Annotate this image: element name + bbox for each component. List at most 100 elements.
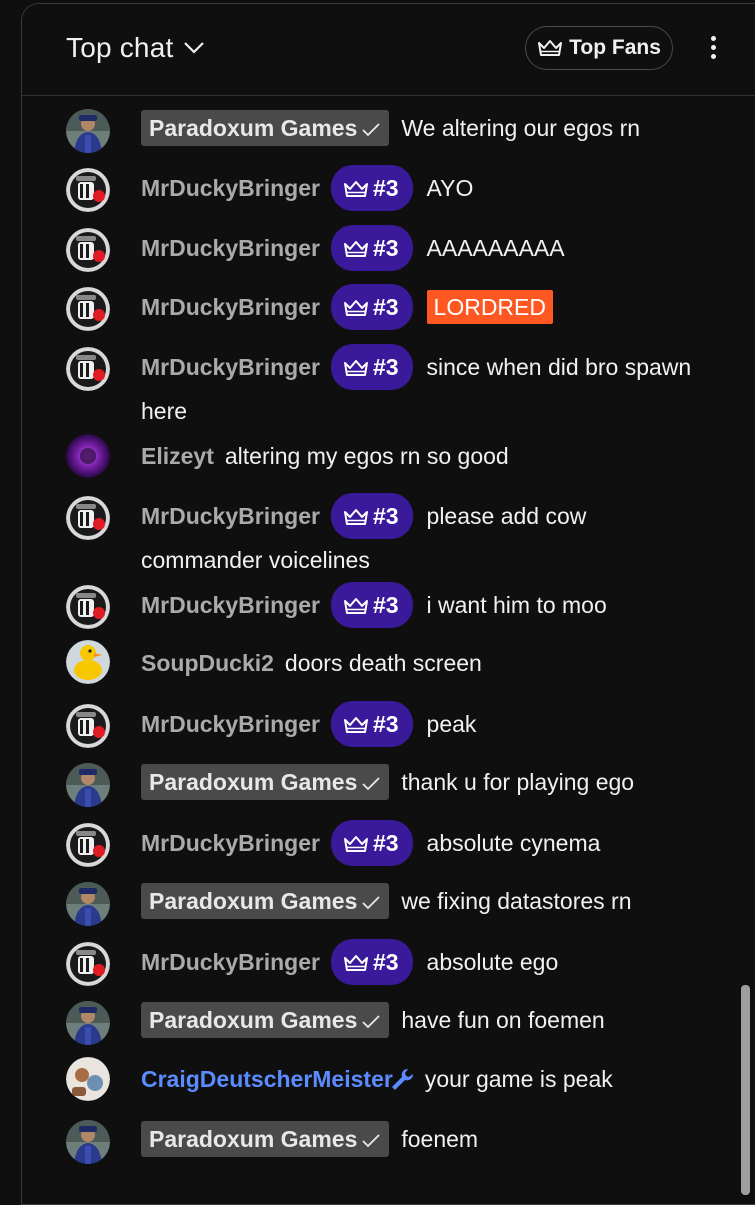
author-name[interactable]: MrDuckyBringer xyxy=(141,592,320,618)
crown-icon xyxy=(343,836,368,852)
message-text: your game is peak xyxy=(424,1066,613,1092)
author-name[interactable]: MrDuckyBringer xyxy=(141,711,320,737)
message-text: AYO xyxy=(426,175,474,202)
top-fan-badge[interactable]: #3 xyxy=(330,493,413,539)
avatar[interactable] xyxy=(66,640,110,684)
author-name[interactable]: MrDuckyBringer xyxy=(141,830,320,856)
avatar[interactable] xyxy=(66,168,110,212)
owner-author-chip[interactable]: Paradoxum Games xyxy=(141,1121,390,1157)
top-fan-badge[interactable]: #3 xyxy=(330,225,413,271)
verified-check-icon xyxy=(362,1134,381,1148)
avatar[interactable] xyxy=(66,942,110,986)
message-text: i want him to moo xyxy=(426,592,607,619)
message-body: SoupDucki2 doors death screen xyxy=(141,644,706,683)
crown-icon xyxy=(343,241,368,257)
top-fan-badge[interactable]: #3 xyxy=(330,284,413,330)
crown-icon xyxy=(343,300,368,316)
top-fan-badge[interactable]: #3 xyxy=(330,165,413,211)
message-body: CraigDeutscherMeister your game is peak xyxy=(141,1060,706,1099)
author-name: Paradoxum Games xyxy=(149,115,358,141)
badge-rank: #3 xyxy=(372,175,399,201)
badge-rank: #3 xyxy=(372,354,399,380)
author-name[interactable]: CraigDeutscherMeister xyxy=(141,1066,393,1092)
owner-author-chip[interactable]: Paradoxum Games xyxy=(141,1002,390,1038)
top-fan-badge[interactable]: #3 xyxy=(330,939,413,985)
author-name[interactable]: Elizeyt xyxy=(141,443,214,469)
message-text: peak xyxy=(426,711,477,738)
avatar[interactable] xyxy=(66,228,110,272)
avatar[interactable] xyxy=(66,1120,110,1164)
owner-author-chip[interactable]: Paradoxum Games xyxy=(141,764,390,800)
avatar[interactable] xyxy=(66,109,110,153)
top-fan-badge[interactable]: #3 xyxy=(330,582,413,628)
chat-header: Top chat Top Fans xyxy=(22,4,755,96)
author-name[interactable]: MrDuckyBringer xyxy=(141,294,320,320)
author-name[interactable]: MrDuckyBringer xyxy=(141,175,320,201)
avatar[interactable] xyxy=(66,434,110,478)
author-name: Paradoxum Games xyxy=(149,888,358,914)
crown-icon xyxy=(343,360,368,376)
message-text: We altering our egos rn xyxy=(401,115,641,141)
author-name[interactable]: MrDuckyBringer xyxy=(141,503,320,529)
message-text: altering my egos rn so good xyxy=(224,443,509,469)
message-body: MrDuckyBringer #3 AYO xyxy=(141,165,706,213)
author-name[interactable]: SoupDucki2 xyxy=(141,650,274,676)
badge-rank: #3 xyxy=(372,830,399,856)
avatar[interactable] xyxy=(66,823,110,867)
top-fan-badge[interactable]: #3 xyxy=(330,701,413,747)
chat-mode-dropdown[interactable]: Top chat xyxy=(66,32,205,64)
chat-title: Top chat xyxy=(66,32,174,63)
message-text: foenem xyxy=(401,1126,479,1152)
message-body: Paradoxum Games have fun on foemen xyxy=(141,1001,706,1040)
avatar[interactable] xyxy=(66,1001,110,1045)
wrench-icon xyxy=(391,1068,413,1090)
message-text: absolute ego xyxy=(426,949,559,976)
top-fan-badge[interactable]: #3 xyxy=(330,820,413,866)
message-body: MrDuckyBringer #3 i want him to moo xyxy=(141,582,706,630)
badge-rank: #3 xyxy=(372,711,399,737)
crown-icon xyxy=(343,717,368,733)
more-options-icon[interactable] xyxy=(702,32,724,68)
chevron-down-icon xyxy=(184,42,205,54)
message-body: Paradoxum Games foenem xyxy=(141,1120,706,1159)
message-body: MrDuckyBringer #3 AAAAAAAAA xyxy=(141,225,706,273)
message-body: MrDuckyBringer #3 LORDRED xyxy=(141,284,706,332)
message-text: thank u for playing ego xyxy=(401,769,635,795)
avatar[interactable] xyxy=(66,585,110,629)
avatar[interactable] xyxy=(66,882,110,926)
message-body: MrDuckyBringer #3 absolute ego xyxy=(141,939,706,987)
badge-rank: #3 xyxy=(372,235,399,261)
crown-icon xyxy=(343,955,368,971)
chat-panel: Top chat Top Fans Paradoxum Games We alt… xyxy=(21,3,755,1205)
author-name[interactable]: MrDuckyBringer xyxy=(141,354,320,380)
message-body: MrDuckyBringer #3 since when did bro spaw… xyxy=(141,344,706,431)
avatar[interactable] xyxy=(66,704,110,748)
avatar[interactable] xyxy=(66,287,110,331)
avatar[interactable] xyxy=(66,347,110,391)
verified-check-icon xyxy=(362,1015,381,1029)
top-fans-label: Top Fans xyxy=(569,36,661,59)
badge-rank: #3 xyxy=(372,503,399,529)
crown-icon xyxy=(343,509,368,525)
message-body: Paradoxum Games thank u for playing ego xyxy=(141,763,706,802)
message-text: have fun on foemen xyxy=(401,1007,605,1033)
crown-icon xyxy=(538,40,563,56)
author-name[interactable]: MrDuckyBringer xyxy=(141,235,320,261)
avatar[interactable] xyxy=(66,1057,110,1101)
message-body: MrDuckyBringer #3 peak xyxy=(141,701,706,749)
author-name[interactable]: MrDuckyBringer xyxy=(141,949,320,975)
author-name: Paradoxum Games xyxy=(149,769,358,795)
author-name: Paradoxum Games xyxy=(149,1007,358,1033)
owner-author-chip[interactable]: Paradoxum Games xyxy=(141,110,390,146)
top-fan-badge[interactable]: #3 xyxy=(330,344,413,390)
owner-author-chip[interactable]: Paradoxum Games xyxy=(141,883,390,919)
verified-check-icon xyxy=(362,896,381,910)
avatar[interactable] xyxy=(66,763,110,807)
badge-rank: #3 xyxy=(372,592,399,618)
message-text: AAAAAAAAA xyxy=(426,235,565,262)
scrollbar[interactable] xyxy=(741,985,750,1195)
message-body: Elizeyt altering my egos rn so good xyxy=(141,437,706,476)
avatar[interactable] xyxy=(66,496,110,540)
crown-icon xyxy=(343,181,368,197)
top-fans-button[interactable]: Top Fans xyxy=(525,26,673,70)
